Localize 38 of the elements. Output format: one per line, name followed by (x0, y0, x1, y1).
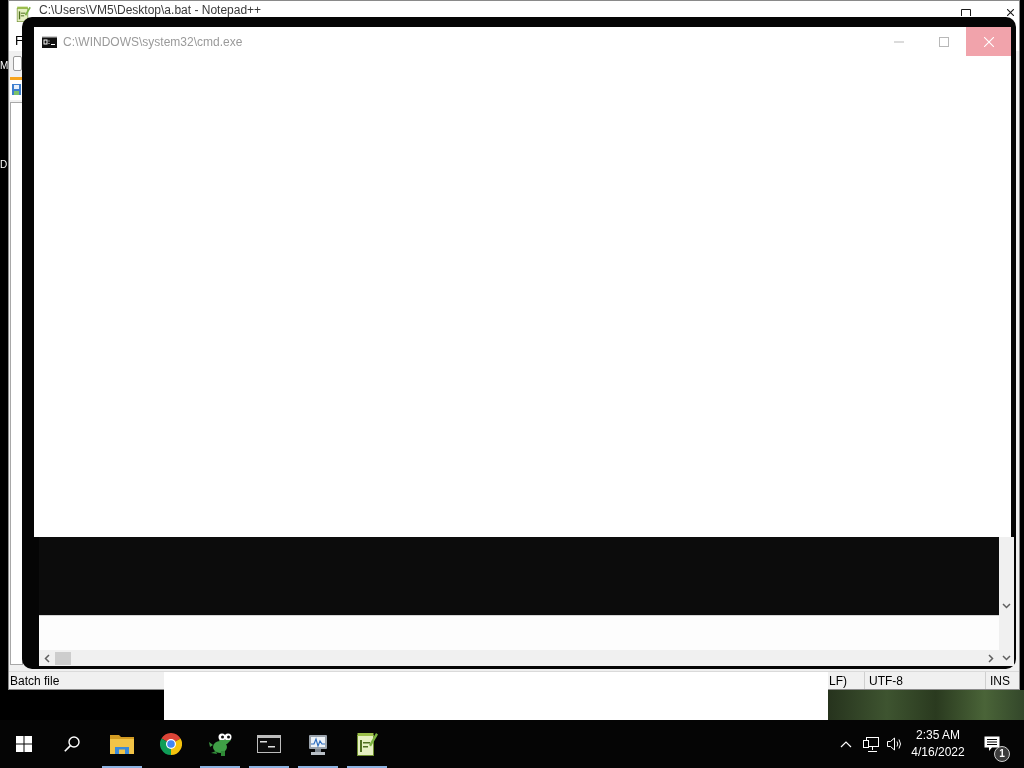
chevron-down-icon[interactable] (1002, 603, 1011, 609)
speaker-icon (886, 737, 903, 751)
status-text: Batch file (10, 673, 60, 688)
notepad-icon (355, 732, 378, 756)
close-icon (983, 36, 994, 47)
terminal-icon (42, 35, 57, 48)
clock-time[interactable]: 2:35 AM (916, 727, 960, 744)
menu-item[interactable]: F (15, 33, 23, 49)
toolbar-button[interactable] (13, 55, 22, 71)
status-text: LF) (829, 673, 847, 688)
notification-badge: 1 (994, 746, 1010, 762)
notification-button[interactable]: 1 (968, 720, 1016, 768)
network-icon (862, 736, 879, 752)
scrollbar-thumb[interactable] (55, 651, 71, 665)
maximize-icon (938, 36, 949, 47)
status-text: INS (990, 673, 1010, 688)
maximize-icon (961, 9, 971, 16)
file-tab[interactable] (10, 77, 22, 100)
terminal-icon (256, 735, 281, 753)
chevron-up-icon (840, 740, 852, 748)
chevron-down-icon[interactable] (1002, 655, 1011, 661)
windows-logo-icon (16, 736, 32, 752)
clock-date[interactable]: 4/16/2022 (911, 744, 965, 761)
file-icon (11, 84, 21, 95)
notepad-icon (16, 6, 31, 22)
desktop-icon-label[interactable]: D (0, 159, 8, 171)
chevron-left-icon[interactable] (44, 653, 50, 663)
close-icon (1006, 9, 1014, 16)
search-icon (64, 736, 80, 752)
folder-icon (109, 734, 134, 754)
desktop-icon-label[interactable]: M (0, 60, 9, 72)
window-title: C:\WINDOWS\system32\cmd.exe (63, 34, 243, 49)
creature-icon (207, 732, 232, 756)
status-text: UTF-8 (869, 673, 903, 688)
notification-icon (984, 736, 1000, 752)
browser-icon (159, 733, 182, 755)
chevron-right-icon[interactable] (988, 653, 994, 663)
window-title: C:\Users\VM5\Desktop\a.bat - Notepad++ (39, 3, 262, 17)
